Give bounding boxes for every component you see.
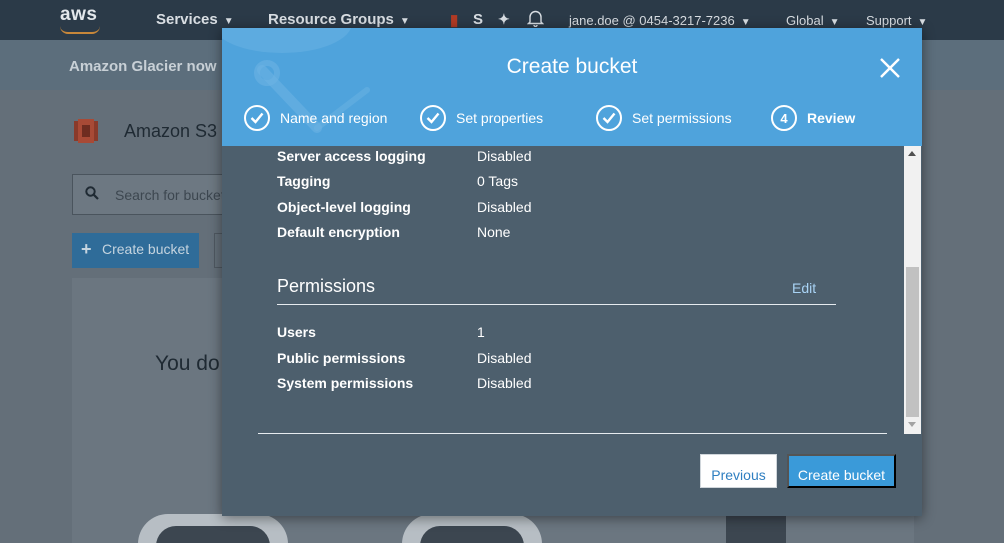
chevron-down-icon: ▼ <box>399 16 410 27</box>
permission-value: 1 <box>477 324 485 340</box>
region-label: Global <box>786 13 824 28</box>
truncated-nav-item[interactable]: S <box>473 11 483 28</box>
permission-value: Disabled <box>477 350 532 366</box>
account-label: jane.doe @ 0454-3217-7236 <box>569 13 735 28</box>
edit-permissions-link[interactable]: Edit <box>792 280 816 296</box>
permission-label: System permissions <box>277 375 414 391</box>
property-value: 0 Tags <box>477 173 518 189</box>
create-bucket-dialog: Create bucket Name and region Set proper… <box>222 28 922 516</box>
step-number-circle: 4 <box>771 105 797 131</box>
chevron-down-icon: ▼ <box>740 17 751 28</box>
permission-label: Public permissions <box>277 350 406 366</box>
header-decoration-graphic <box>222 28 370 133</box>
property-label: Default encryption <box>277 224 400 240</box>
property-value: Disabled <box>477 199 532 215</box>
bucket-search-input[interactable]: Search for bucket <box>72 174 232 215</box>
step-label: Review <box>807 110 856 126</box>
vertical-scrollbar[interactable] <box>904 146 921 434</box>
step-label: Set properties <box>456 110 544 126</box>
resource-groups-label: Resource Groups <box>268 11 394 28</box>
support-label: Support <box>866 13 912 28</box>
scroll-down-arrow-icon[interactable] <box>908 422 916 427</box>
property-row: Server access logging Disabled <box>277 148 837 168</box>
property-label: Tagging <box>277 173 331 189</box>
property-value: Disabled <box>477 148 532 164</box>
property-value: None <box>477 224 511 240</box>
permission-row: Public permissions Disabled <box>277 350 837 370</box>
close-icon[interactable] <box>878 56 902 80</box>
check-circle-icon <box>596 105 622 131</box>
s3-bucket-icon <box>74 119 98 143</box>
footer-divider <box>258 433 887 434</box>
permission-row: System permissions Disabled <box>277 375 837 395</box>
property-row: Default encryption None <box>277 224 837 244</box>
illustration-bucket-inner <box>420 526 524 543</box>
services-label: Services <box>156 11 218 28</box>
scrollbar-thumb[interactable] <box>906 267 919 417</box>
page-title: Amazon S3 <box>124 121 218 141</box>
permissions-heading: Permissions <box>277 276 376 296</box>
pin-icon[interactable]: ✦ <box>498 11 510 28</box>
resource-groups-menu[interactable]: Resource Groups ▼ <box>268 11 410 28</box>
step-number: 4 <box>780 111 788 126</box>
check-circle-icon <box>244 105 270 131</box>
chevron-down-icon: ▼ <box>917 17 928 28</box>
review-content: Server access logging Disabled Tagging 0… <box>222 146 904 451</box>
chevron-down-icon: ▼ <box>223 16 234 27</box>
aws-logo[interactable]: aws <box>60 4 97 26</box>
background-create-bucket-label: Create bucket <box>102 241 190 257</box>
account-menu[interactable]: jane.doe @ 0454-3217-7236 ▼ <box>569 13 751 28</box>
s3-shortcut-icon[interactable]: ▮ <box>450 11 458 29</box>
dialog-header: Create bucket Name and region Set proper… <box>222 28 922 146</box>
step-label: Name and region <box>280 110 388 126</box>
search-placeholder: Search for bucket <box>115 187 225 203</box>
background-create-bucket-button[interactable]: + Create bucket <box>72 233 199 268</box>
previous-button[interactable]: Previous <box>700 454 777 488</box>
plus-icon: + <box>81 239 92 259</box>
property-label: Object-level logging <box>277 199 411 215</box>
scroll-up-arrow-icon[interactable] <box>908 151 916 156</box>
announcement-text[interactable]: Amazon Glacier now <box>69 58 217 75</box>
permission-row: Users 1 <box>277 324 837 344</box>
chevron-down-icon: ▼ <box>829 17 840 28</box>
support-menu[interactable]: Support ▼ <box>866 13 927 28</box>
check-circle-icon <box>420 105 446 131</box>
region-menu[interactable]: Global ▼ <box>786 13 839 28</box>
section-divider <box>277 304 836 305</box>
permission-value: Disabled <box>477 375 532 391</box>
step-label: Set permissions <box>632 110 732 126</box>
aws-logo-smile <box>60 26 100 34</box>
empty-state-text: You do <box>155 352 220 375</box>
services-menu[interactable]: Services ▼ <box>156 11 234 28</box>
illustration-bucket-inner <box>156 526 270 543</box>
property-row: Tagging 0 Tags <box>277 173 837 193</box>
permission-label: Users <box>277 324 316 340</box>
create-bucket-button[interactable]: Create bucket <box>787 454 896 488</box>
dialog-title: Create bucket <box>506 55 638 78</box>
property-label: Server access logging <box>277 148 426 164</box>
search-icon <box>85 186 99 200</box>
property-row: Object-level logging Disabled <box>277 199 837 219</box>
